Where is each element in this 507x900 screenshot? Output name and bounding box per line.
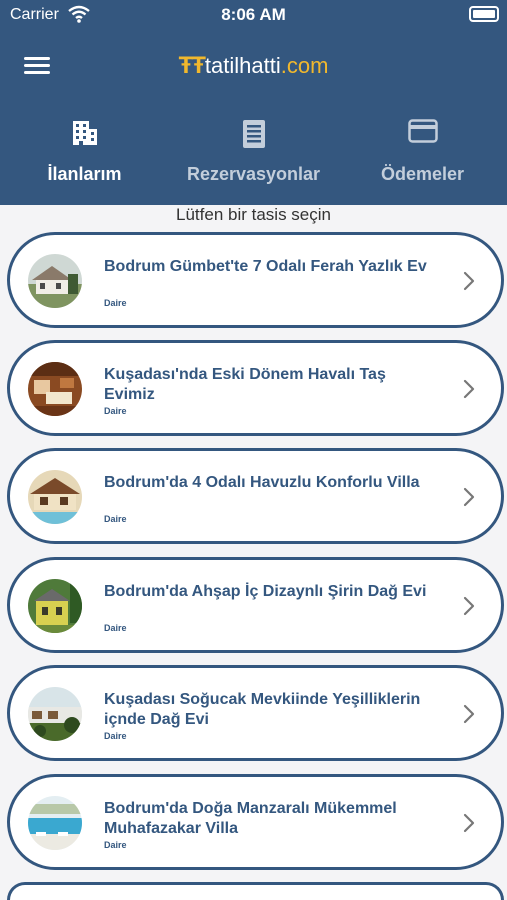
listing-thumbnail: [28, 254, 82, 308]
chevron-right-icon: [463, 487, 475, 507]
tab-label: Rezervasyonlar: [186, 164, 321, 184]
listing-card[interactable]: Kuşadası Soğucak Mevkiinde Yeşilliklerin…: [7, 665, 504, 761]
listing-card[interactable]: Kuşadası'nda Eski Dönem Havalı Taş Evimi…: [7, 340, 504, 436]
listing-type: Daire: [104, 514, 127, 524]
document-icon: [242, 120, 265, 148]
listing-title: Kuşadası Soğucak Mevkiinde Yeşilliklerin…: [104, 691, 421, 728]
tab-ilanlarim[interactable]: İlanlarım: [0, 115, 169, 205]
credit-card-icon: [407, 119, 438, 143]
app-header: Carrier 8:06 AM ŦŦtatilhatti.com İlanlar…: [0, 0, 507, 205]
select-facility-hint: Lütfen bir tasis seçin: [176, 205, 331, 224]
tab-label: Ödemeler: [380, 164, 465, 184]
listing-thumbnail: [28, 470, 82, 524]
listing-type: Daire: [104, 406, 127, 416]
listing-thumbnail: [28, 796, 82, 850]
logo-text: tatilhatti: [204, 53, 281, 78]
listing-title: Kuşadası'nda Eski Dönem Havalı Taş Evimi…: [104, 366, 386, 403]
listing-title: Bodrum'da Ahşap İç Dizaynlı Şirin Dağ Ev…: [104, 583, 427, 600]
listing-card[interactable]: Bodrum'da 4 Odalı Havuzlu Konforlu Villa…: [7, 448, 504, 544]
listing-type: Daire: [104, 623, 127, 633]
listing-title: Bodrum Gümbet'te 7 Odalı Ferah Yazlık Ev: [104, 258, 427, 275]
listing-thumbnail: [28, 579, 82, 633]
building-icon: [72, 121, 97, 145]
status-bar: Carrier 8:06 AM: [0, 0, 507, 30]
battery-icon: [469, 6, 499, 22]
tatilhatti-logo: ŦŦtatilhatti.com: [0, 52, 507, 80]
logo-domain: .com: [280, 53, 329, 78]
chevron-right-icon: [463, 813, 475, 833]
listing-type: Daire: [104, 840, 127, 850]
chevron-right-icon: [463, 704, 475, 724]
chevron-right-icon: [463, 596, 475, 616]
tab-label: İlanlarım: [47, 164, 122, 184]
logo-mark-icon: ŦŦ: [178, 52, 206, 79]
chevron-right-icon: [463, 271, 475, 291]
tab-rezervasyonlar[interactable]: Rezervasyonlar: [169, 115, 338, 205]
listing-card[interactable]: Bodrum'da Doğa Manzaralı Mükemmel Muhafa…: [7, 774, 504, 870]
clock: 8:06 AM: [221, 5, 286, 24]
listing-thumbnail: [28, 687, 82, 741]
listing-thumbnail: [28, 362, 82, 416]
listing-type: Daire: [104, 298, 127, 308]
chevron-right-icon: [463, 379, 475, 399]
listing-card[interactable]: Bodrum Gümbet'te 7 Odalı Ferah Yazlık Ev…: [7, 232, 504, 328]
listing-title: Bodrum'da 4 Odalı Havuzlu Konforlu Villa: [104, 474, 420, 491]
listing-title: Bodrum'da Doğa Manzaralı Mükemmel Muhafa…: [104, 800, 397, 837]
listing-card[interactable]: Bodrum'da Ahşap İç Dizaynlı Şirin Dağ Ev…: [7, 557, 504, 653]
tab-bar: İlanlarım Rezervasyonlar Ödemeler: [0, 115, 507, 205]
tab-odemeler[interactable]: Ödemeler: [338, 115, 507, 205]
listing-type: Daire: [104, 731, 127, 741]
listing-card-partial[interactable]: [7, 882, 504, 900]
